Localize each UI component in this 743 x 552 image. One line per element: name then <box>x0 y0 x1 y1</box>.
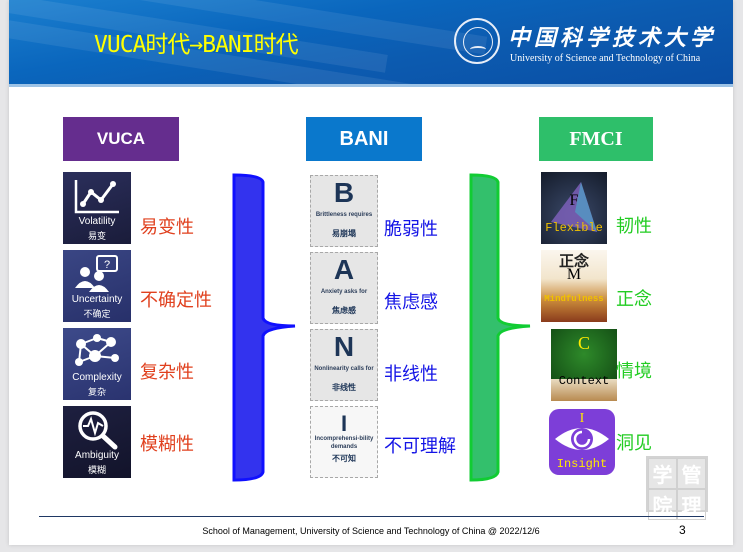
slide: VUCA时代→BANI时代 中国科学技术大学 University of Sci… <box>9 0 733 545</box>
footer-text: School of Management, University of Scie… <box>202 526 540 536</box>
bani-label-brittleness: 脆弱性 <box>384 219 438 240</box>
right-brace <box>469 173 531 482</box>
university-name-en: University of Science and Technology of … <box>510 53 701 64</box>
tile-word: Context <box>558 374 610 388</box>
tile-label-en: Nonlinearity calls for <box>314 366 374 372</box>
vuca-tile-ambiguity: Ambiguity 模糊 <box>63 406 131 478</box>
bani-label-incomprehensibility: 不可理解 <box>384 436 456 457</box>
tile-label-cn: 非线性 <box>332 383 356 392</box>
tile-word: Insight <box>556 457 608 471</box>
tile-letter: B <box>333 177 355 208</box>
bani-tile-brittleness: B Brittleness requires 易崩塌 <box>310 175 378 247</box>
tile-label-cn: 易变 <box>87 232 106 242</box>
fmci-tile-mindfulness: 正念 M Mindfulness <box>541 250 607 322</box>
tile-label-en: Volatility <box>78 216 116 227</box>
vuca-heading: VUCA <box>63 117 179 161</box>
tile-label-en: Brittleness requires <box>315 212 373 218</box>
magnifier-pulse-icon <box>78 411 118 450</box>
tile-letter: F <box>569 192 579 209</box>
tile-label-cn: 易崩塌 <box>332 229 356 238</box>
tile-label-cn: 复杂 <box>87 388 106 398</box>
stamp-char: 学 <box>648 458 677 489</box>
tile-label-cn: 模糊 <box>87 466 106 476</box>
fmci-tile-context: C Context <box>551 329 617 401</box>
tile-label-en: Ambiguity <box>75 450 119 461</box>
footer-divider <box>39 516 704 517</box>
tile-label-en: Uncertainty <box>71 294 123 305</box>
tile-word: Mindfulness <box>544 294 604 304</box>
tile-label-cn: 不确定 <box>83 310 111 320</box>
tile-letter: A <box>333 254 355 285</box>
bani-label-nonlinearity: 非线性 <box>384 364 438 385</box>
fmci-heading: FMCI <box>539 117 653 161</box>
university-seal-icon <box>454 18 500 64</box>
svg-text:?: ? <box>104 259 110 271</box>
vuca-tile-uncertainty: ? Uncertainty 不确定 <box>63 250 131 322</box>
fmci-tile-insight: I Insight <box>549 409 615 475</box>
fmci-tile-flexible: F Flexible <box>541 172 607 244</box>
left-brace <box>232 173 296 482</box>
tile-label-cn: 焦虑感 <box>332 306 356 315</box>
network-people-icon <box>75 334 119 366</box>
vuca-label-complexity: 复杂性 <box>140 362 194 383</box>
bani-tile-anxiety: A Anxiety asks for 焦虑感 <box>310 252 378 324</box>
vuca-label-uncertainty: 不确定性 <box>140 290 212 311</box>
tile-label-en: Complexity <box>72 372 122 383</box>
tile-label-en: Anxiety asks for <box>320 289 368 295</box>
bani-heading: BANI <box>306 117 422 161</box>
header-divider <box>9 84 733 87</box>
tile-label-cn: 不可知 <box>332 454 356 463</box>
slide-title: VUCA时代→BANI时代 <box>94 32 299 58</box>
fmci-label-mindfulness: 正念 <box>616 289 652 310</box>
page-number: 3 <box>679 523 686 537</box>
fmci-label-context: 情境 <box>616 361 652 382</box>
people-question-icon: ? <box>75 255 118 292</box>
tile-label-en: Incomprehensi-bility demands <box>314 436 374 450</box>
vuca-tile-complexity: Complexity 复杂 <box>63 328 131 400</box>
vuca-label-ambiguity: 模糊性 <box>140 434 194 455</box>
tile-letter: C <box>577 333 590 353</box>
bani-tile-nonlinearity: N Nonlinearity calls for 非线性 <box>310 329 378 401</box>
fmci-label-flexible: 韧性 <box>616 216 652 237</box>
bani-label-anxiety: 焦虑感 <box>384 292 438 313</box>
slide-header: VUCA时代→BANI时代 中国科学技术大学 University of Sci… <box>9 0 733 84</box>
vuca-label-volatility: 易变性 <box>140 217 194 238</box>
fmci-label-insight: 洞见 <box>616 433 652 454</box>
bani-tile-incomprehensibility: I Incomprehensi-bility demands 不可知 <box>310 406 378 478</box>
line-chart-icon <box>74 180 119 214</box>
vuca-tile-volatility: Volatility 易变 <box>63 172 131 244</box>
university-name-cn: 中国科学技术大学 <box>508 25 717 51</box>
tile-letter: I <box>579 411 585 426</box>
school-stamp-logo: 学 管 院 理 <box>646 456 708 520</box>
tile-word: Flexible <box>545 221 603 235</box>
tile-letter: N <box>333 331 355 362</box>
stamp-char: 管 <box>677 458 706 489</box>
tile-letter: M <box>566 266 582 283</box>
